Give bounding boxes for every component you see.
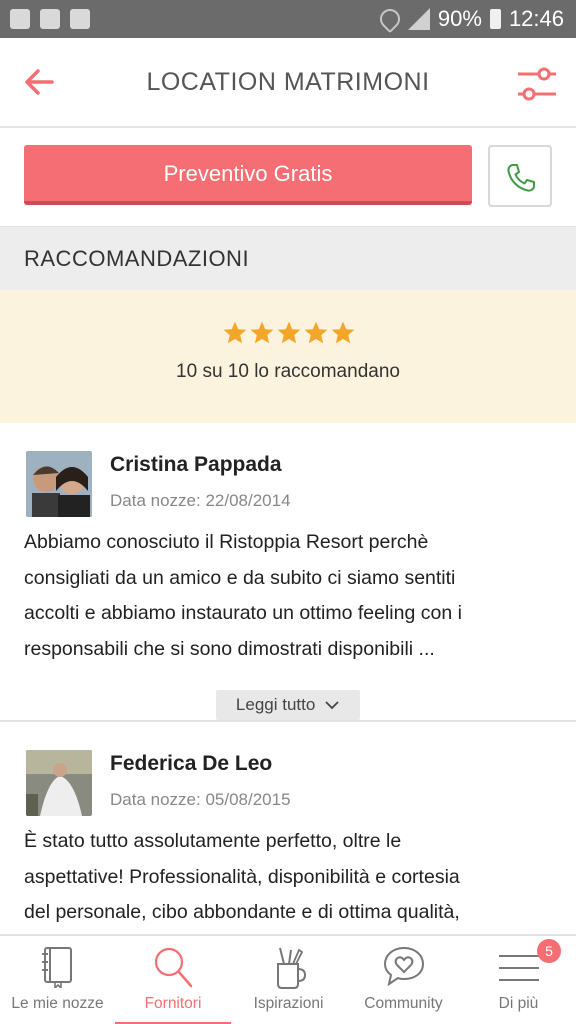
nav-item-di-piu[interactable]: 5 Di più	[461, 936, 576, 1024]
filter-button[interactable]	[516, 64, 558, 104]
read-more-button[interactable]: Leggi tutto	[216, 690, 360, 720]
star-icon	[304, 321, 328, 344]
reviewer-name[interactable]: Federica De Leo	[110, 752, 272, 776]
star-icon	[250, 321, 274, 344]
wedding-photo	[26, 750, 92, 816]
review-text: È stato tutto assolutamente perfetto, ol…	[24, 824, 554, 931]
search-icon	[154, 947, 193, 988]
bag-icon	[70, 9, 90, 29]
image-icon	[40, 9, 60, 29]
nav-item-le-mie-nozze[interactable]: Le mie nozze	[0, 936, 115, 1024]
status-bar: 90% 12:46	[0, 0, 576, 38]
battery-icon	[489, 9, 501, 29]
nav-label: Le mie nozze	[11, 995, 104, 1012]
notebook-icon	[41, 947, 72, 988]
review-line: del personale, cibo abbondante e di otti…	[24, 901, 460, 923]
brush-cup-icon	[276, 947, 306, 989]
chevron-down-icon	[325, 701, 339, 710]
star-rating	[222, 320, 356, 346]
status-right: 90% 12:46	[375, 4, 564, 34]
reviewer-name[interactable]: Cristina Pappada	[110, 453, 282, 477]
nav-label: Ispirazioni	[253, 995, 324, 1012]
review-line: responsabili che si sono dimostrati disp…	[24, 637, 435, 660]
review-line: accolti e abbiamo instaurato un ottimo f…	[24, 602, 462, 624]
page-title: LOCATION MATRIMONI	[146, 68, 430, 96]
avatar	[26, 750, 92, 816]
section-title: RACCOMANDAZIONI	[24, 246, 250, 271]
recommendation-summary: 10 su 10 lo raccomandano	[0, 290, 576, 423]
bottom-navigation: Le mie nozze Fornitori Ispirazioni Commu…	[0, 934, 576, 1024]
wedding-date: Data nozze: 05/08/2015	[110, 790, 291, 809]
menu-icon	[498, 955, 539, 981]
wedding-date: Data nozze: 22/08/2014	[110, 491, 291, 510]
couple-photo	[26, 451, 92, 517]
section-header: RACCOMANDAZIONI	[0, 226, 576, 290]
heart-chat-icon	[383, 946, 424, 987]
star-icon	[277, 321, 301, 344]
wifi-icon	[375, 4, 405, 34]
phone-icon	[507, 164, 535, 192]
nav-item-fornitori[interactable]: Fornitori	[115, 936, 231, 1024]
app-bar: LOCATION MATRIMONI	[0, 38, 576, 128]
notification-badge: 5	[537, 939, 561, 963]
signal-icon	[407, 8, 430, 30]
notification-icons	[10, 9, 90, 29]
star-icon	[331, 321, 355, 344]
nav-label: Di più	[498, 995, 539, 1012]
review-line: consigliati da un amico e da subito ci s…	[24, 566, 456, 589]
recommendation-text: 10 su 10 lo raccomandano	[176, 361, 400, 382]
nav-label: Fornitori	[144, 995, 202, 1012]
nav-item-ispirazioni[interactable]: Ispirazioni	[231, 936, 346, 1024]
call-button[interactable]	[488, 145, 552, 207]
free-quote-button[interactable]: Preventivo Gratis	[24, 145, 472, 205]
review-card: Federica De Leo Data nozze: 05/08/2015 È…	[0, 722, 576, 934]
star-icon	[223, 321, 247, 344]
facebook-icon	[10, 9, 30, 29]
battery-percent: 90%	[437, 6, 482, 31]
sliders-icon	[518, 67, 556, 101]
review-text: Abbiamo conosciuto il Ristoppia Resort p…	[24, 525, 554, 667]
nav-label: Community	[364, 995, 443, 1012]
nav-item-community[interactable]: Community	[346, 936, 461, 1024]
review-card: Cristina Pappada Data nozze: 22/08/2014 …	[0, 423, 576, 722]
review-line: È stato tutto assolutamente perfetto, ol…	[24, 830, 402, 852]
clock: 12:46	[508, 6, 564, 31]
avatar	[26, 451, 92, 517]
review-line: aspettative! Professionalità, disponibil…	[24, 865, 460, 888]
review-line: Abbiamo conosciuto il Ristoppia Resort p…	[24, 531, 429, 553]
read-more-label: Leggi tutto	[235, 695, 316, 714]
